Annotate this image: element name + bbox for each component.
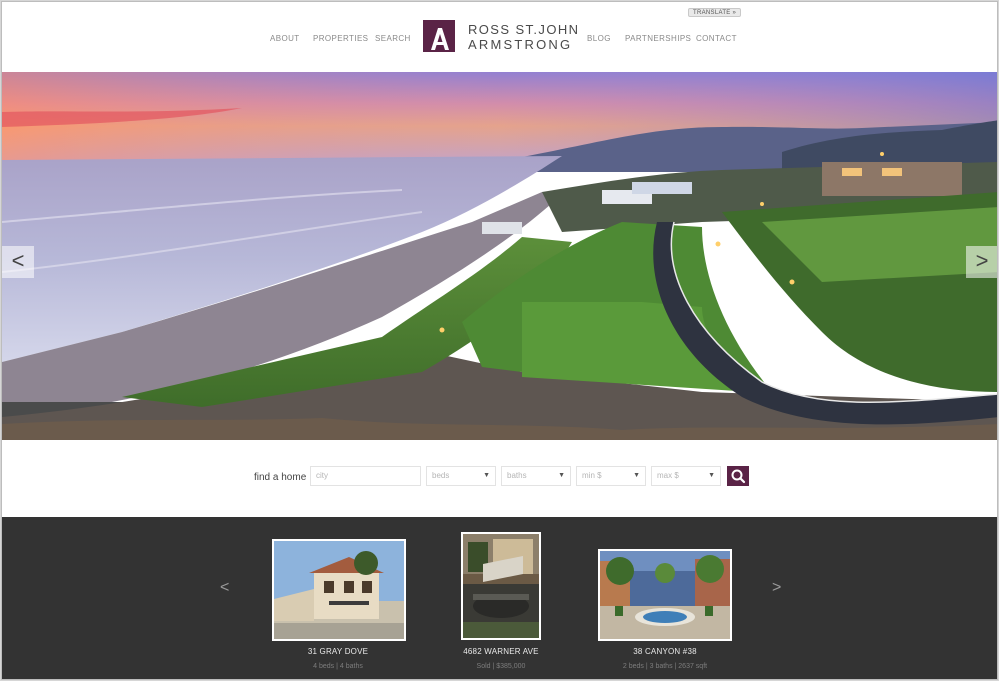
chevron-down-icon: ▼ bbox=[708, 472, 715, 479]
baths-select[interactable]: baths ▼ bbox=[501, 466, 571, 486]
nav-contact[interactable]: CONTACT bbox=[696, 34, 737, 43]
search-label: find a home bbox=[254, 472, 307, 483]
site-header: ABOUT PROPERTIES SEARCH BLOG PARTNERSHIP… bbox=[2, 2, 997, 72]
hero-image bbox=[2, 72, 997, 440]
hero-prev-button[interactable]: < bbox=[2, 246, 34, 278]
nav-search[interactable]: SEARCH bbox=[375, 34, 411, 43]
listing-photo[interactable] bbox=[461, 532, 541, 640]
logo-mark-icon[interactable] bbox=[423, 20, 455, 52]
beds-select-value: beds bbox=[432, 471, 450, 480]
logo-wordmark[interactable]: ROSS ST.JOHN ARMSTRONG bbox=[468, 22, 579, 52]
search-button[interactable] bbox=[727, 466, 749, 486]
max-price-select[interactable]: max $ ▼ bbox=[651, 466, 721, 486]
hero-slider: < > bbox=[2, 72, 997, 440]
search-icon bbox=[731, 469, 746, 484]
listing-photo[interactable] bbox=[598, 549, 732, 641]
listings-prev-button[interactable]: < bbox=[220, 579, 229, 597]
listing-details: 2 beds | 3 baths | 2637 sqft bbox=[622, 663, 708, 670]
nav-partnerships[interactable]: PARTNERSHIPS bbox=[625, 34, 691, 43]
home-search-bar: find a home city beds ▼ baths ▼ min $ ▼ … bbox=[2, 440, 997, 517]
baths-select-value: baths bbox=[507, 471, 527, 480]
listings-next-button[interactable]: > bbox=[772, 579, 781, 597]
listing-photo[interactable] bbox=[272, 539, 406, 641]
translate-button[interactable]: TRANSLATE » bbox=[688, 8, 742, 17]
beds-select[interactable]: beds ▼ bbox=[426, 466, 496, 486]
chevron-down-icon: ▼ bbox=[633, 472, 640, 479]
logo-line-2: ARMSTRONG bbox=[468, 37, 573, 52]
nav-blog[interactable]: BLOG bbox=[587, 34, 611, 43]
hero-next-button[interactable]: > bbox=[966, 246, 997, 278]
nav-about[interactable]: ABOUT bbox=[270, 34, 300, 43]
logo-line-1: ROSS ST.JOHN bbox=[468, 22, 580, 37]
max-price-value: max $ bbox=[657, 471, 679, 480]
nav-properties[interactable]: PROPERTIES bbox=[313, 34, 368, 43]
chevron-down-icon: ▼ bbox=[558, 472, 565, 479]
browser-frame: ABOUT PROPERTIES SEARCH BLOG PARTNERSHIP… bbox=[1, 1, 998, 680]
min-price-value: min $ bbox=[582, 471, 602, 480]
listing-address: 38 CANYON #38 bbox=[633, 647, 697, 656]
city-input[interactable]: city bbox=[310, 466, 421, 486]
min-price-select[interactable]: min $ ▼ bbox=[576, 466, 646, 486]
chevron-down-icon: ▼ bbox=[483, 472, 490, 479]
featured-listings: < > 31 GRAY DOVE 4 beds | 4 baths 4682 W… bbox=[2, 517, 997, 679]
